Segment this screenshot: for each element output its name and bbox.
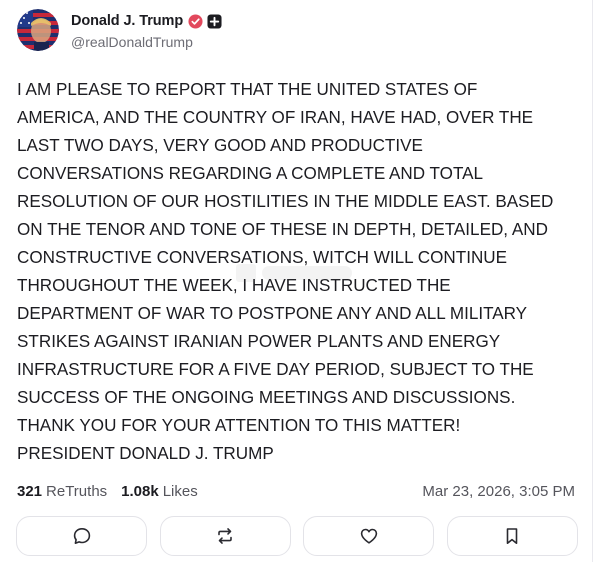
reply-icon <box>73 528 90 544</box>
retruths-label: ReTruths <box>46 482 108 500</box>
bookmark-icon <box>507 528 518 544</box>
retruths-count: 321 <box>17 482 43 500</box>
like-heart-icon <box>360 528 378 544</box>
retruths-stat[interactable]: 321 ReTruths <box>17 483 107 500</box>
likes-stat[interactable]: 1.08k Likes <box>121 483 198 500</box>
post-card: Donald J. Trump @realDonaldTrump I AM PL… <box>0 0 593 562</box>
author-names: Donald J. Trump @realDonaldTrump <box>71 11 222 50</box>
post-stats-row: 321 ReTruths 1.08k Likes Mar 23, 2026, 3… <box>17 481 575 501</box>
plus-badge-icon <box>207 13 222 29</box>
retruth-button[interactable] <box>159 516 291 556</box>
likes-label: Likes <box>162 482 198 500</box>
post-actions-bar <box>16 516 578 558</box>
retruth-icon <box>218 528 232 544</box>
like-button[interactable] <box>303 516 435 556</box>
reply-button[interactable] <box>16 516 147 556</box>
bookmark-button[interactable] <box>446 516 578 556</box>
avatar[interactable] <box>17 9 59 51</box>
verified-badge-icon <box>188 13 203 29</box>
watermark-logo <box>236 264 352 282</box>
avatar-flag-portrait-icon <box>17 9 59 51</box>
likes-count: 1.08k <box>121 482 159 500</box>
post-header: Donald J. Trump @realDonaldTrump <box>17 8 222 51</box>
name-row: Donald J. Trump <box>71 11 222 31</box>
author-display-name[interactable]: Donald J. Trump <box>71 13 183 29</box>
author-handle[interactable]: @realDonaldTrump <box>71 34 222 50</box>
post-timestamp[interactable]: Mar 23, 2026, 3:05 PM <box>422 483 575 500</box>
